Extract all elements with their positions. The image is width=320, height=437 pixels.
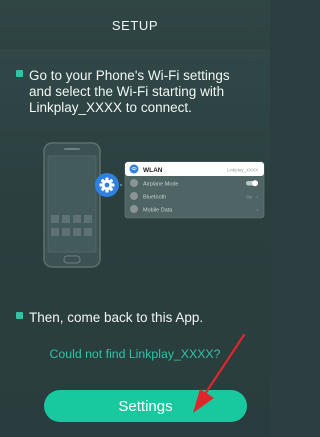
settings-panel: WLAN Linkplay_XXXX Airplane Mode Bluetoo… (124, 161, 265, 219)
step-2-text: Then, come back to this App. (29, 310, 204, 325)
step-1: Go to your Phone's Wi-Fi settings and se… (16, 68, 252, 116)
airplane-icon (130, 179, 138, 187)
gear-icon (95, 173, 119, 197)
wlan-label: WLAN (143, 167, 163, 174)
bluetooth-label: Bluetooth (143, 195, 166, 201)
step-bullet (16, 312, 23, 319)
step-bullet (16, 70, 23, 77)
mobile-data-label: Mobile Data (143, 208, 173, 214)
phone-illustration (43, 142, 101, 268)
airplane-label: Airplane Mode (143, 182, 178, 188)
could-not-find-link[interactable]: Could not find Linkplay_XXXX? (0, 347, 270, 361)
settings-button[interactable]: Settings (44, 390, 247, 422)
wifi-settings-illustration: WLAN Linkplay_XXXX Airplane Mode Bluetoo… (43, 142, 265, 268)
page-title: SETUP (111, 17, 159, 33)
wlan-value: Linkplay_XXXX (227, 168, 258, 173)
step-1-text: Go to your Phone's Wi-Fi settings and se… (29, 68, 230, 115)
settings-button-label: Settings (118, 397, 173, 415)
header-bar: SETUP (0, 0, 270, 51)
bluetooth-value: On (246, 195, 253, 200)
setup-screen: SETUP Go to your Phone's Wi-Fi settings … (0, 0, 270, 437)
step-2: Then, come back to this App. (16, 310, 252, 326)
mobile-data-icon (130, 205, 138, 213)
bluetooth-icon (130, 192, 138, 200)
